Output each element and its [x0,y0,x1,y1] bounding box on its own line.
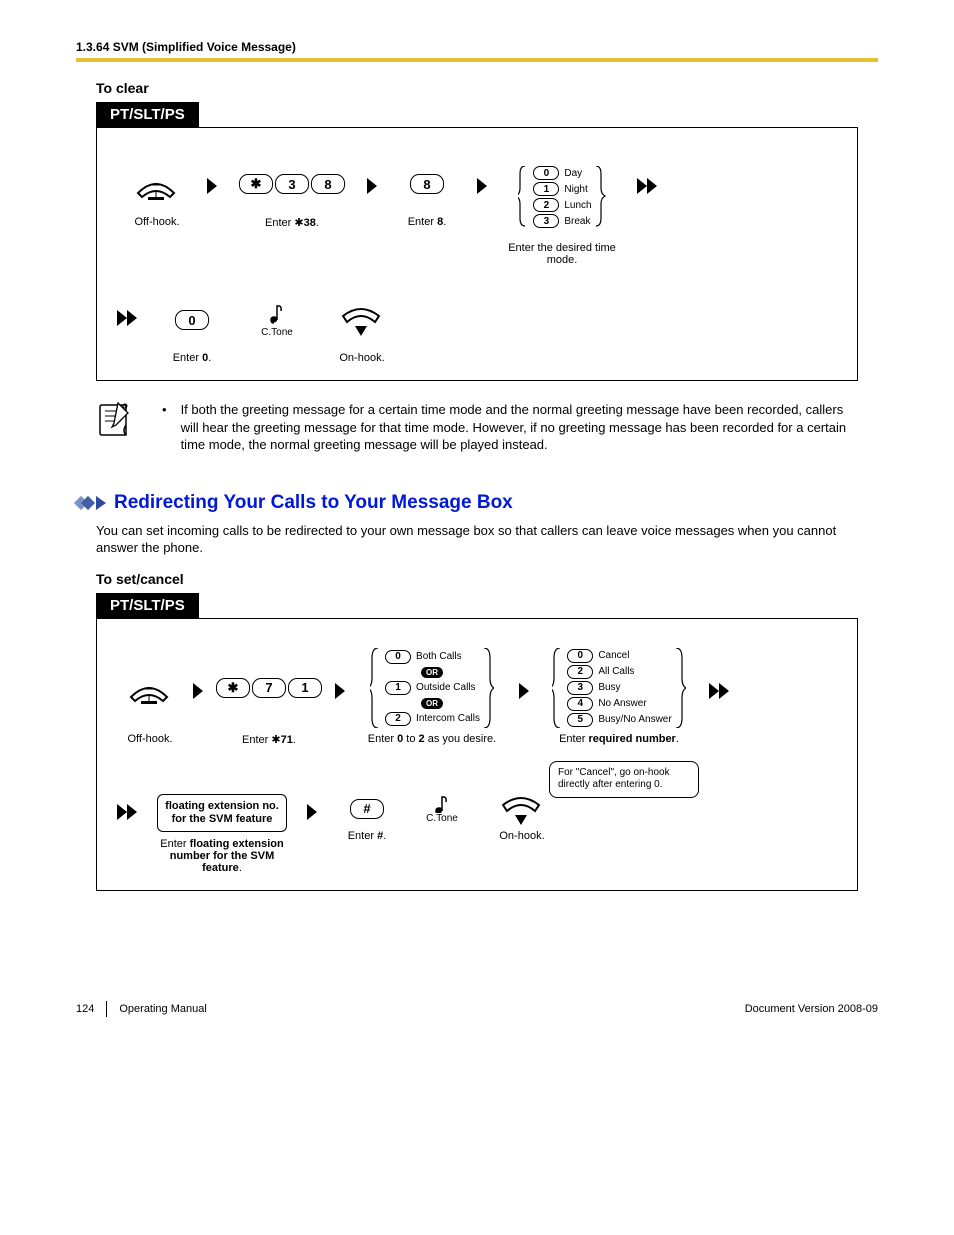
onhook-icon [501,794,543,824]
proc1-heading: To clear [96,80,878,96]
section-intro: You can set incoming calls to be redirec… [96,522,858,557]
proc1-step2-label: Enter ✱38. [265,216,319,229]
arrow-icon [193,683,203,699]
arrow-icon [519,683,529,699]
proc2-req-label: Enter required number. [559,733,679,745]
option-row: 1Outside Calls [384,681,475,695]
option-row: 1Night [532,182,587,196]
keys-star-7-1: ✱71 [215,649,323,727]
proc2-heading: To set/cancel [96,571,878,587]
offhook-icon [129,649,171,727]
option-row: 3Busy [566,681,620,695]
proc2-tab: PT/SLT/PS [96,593,199,618]
arrow-icon [307,804,317,820]
proc2-call-label: Enter 0 to 2 as you desire. [368,733,496,745]
arrow-icon [207,178,217,194]
page-footer: 124 Operating Manual Document Version 20… [76,1001,878,1017]
option-row: 0Both Calls [384,650,462,664]
proc2-step1-label: Off-hook. [127,733,172,745]
call-type-options: 0Both CallsOR1Outside CallsOR2Intercom C… [370,648,494,728]
proc1-timemode-label: Enter the desired time mode. [497,242,627,266]
proc1-tab: PT/SLT/PS [96,102,199,127]
option-row: 0Day [532,166,582,180]
continue-arrow [117,804,137,820]
option-row: 3Break [532,214,590,228]
footer-version: Document Version 2008-09 [745,1003,878,1015]
proc2-float-label: Enter floating extension number for the … [157,838,287,874]
note-icon [96,401,136,441]
continue-arrow [117,310,137,326]
offhook-icon [136,158,178,210]
ctone-icon: C.Tone [261,294,293,346]
footer-title: Operating Manual [119,1003,206,1015]
continue-arrow [637,178,657,194]
arrow-icon [367,178,377,194]
option-row: 2All Calls [566,665,634,679]
floating-ext-box: floating extension no.for the SVM featur… [157,794,287,832]
note-text: •If both the greeting message for a cert… [162,401,858,454]
proc2-box: Off-hook. ✱71 Enter ✱71. 0Both CallsOR1O… [96,618,858,891]
option-row: 4No Answer [566,697,646,711]
key-0: 0 [174,294,210,346]
proc1-r2-step1-label: Enter 0. [173,352,212,364]
page-header: 1.3.64 SVM (Simplified Voice Message) [76,40,878,54]
ctone-icon: C.Tone [426,794,458,824]
proc1-box: Off-hook. ✱38 Enter ✱38. 8 Enter 8. 0Day… [96,127,858,381]
proc2-hash-label: Enter #. [348,830,387,842]
option-row: 2Intercom Calls [384,712,480,726]
option-row: 2Lunch [532,198,591,212]
option-row: 0Cancel [566,649,629,663]
continue-arrow [709,683,729,699]
proc2-step2-label: Enter ✱71. [242,733,296,746]
proc1-step3-label: Enter 8. [408,216,447,228]
section-title: Redirecting Your Calls to Your Message B… [114,492,513,514]
proc1-onhook-label: On-hook. [339,352,384,364]
proc2-onhook-label: On-hook. [499,830,544,842]
key-8: 8 [409,158,445,210]
proc1-step1-label: Off-hook. [134,216,179,228]
page-number: 124 [76,1003,94,1015]
section-bullet-icon [76,496,106,510]
time-mode-options: 0Day 1Night 2Lunch 3Break [518,166,605,228]
arrow-icon [335,683,345,699]
cancel-callout: For "Cancel", go on-hook directly after … [549,761,699,798]
key-hash: # [349,794,385,824]
arrow-icon [477,178,487,194]
keys-star-3-8: ✱38 [238,158,346,210]
onhook-icon [341,294,383,346]
required-number-options: 0Cancel 2All Calls 3Busy 4No Answer 5Busy/No… [552,648,685,728]
header-rule [76,58,878,62]
option-row: 5Busy/No Answer [566,713,671,727]
